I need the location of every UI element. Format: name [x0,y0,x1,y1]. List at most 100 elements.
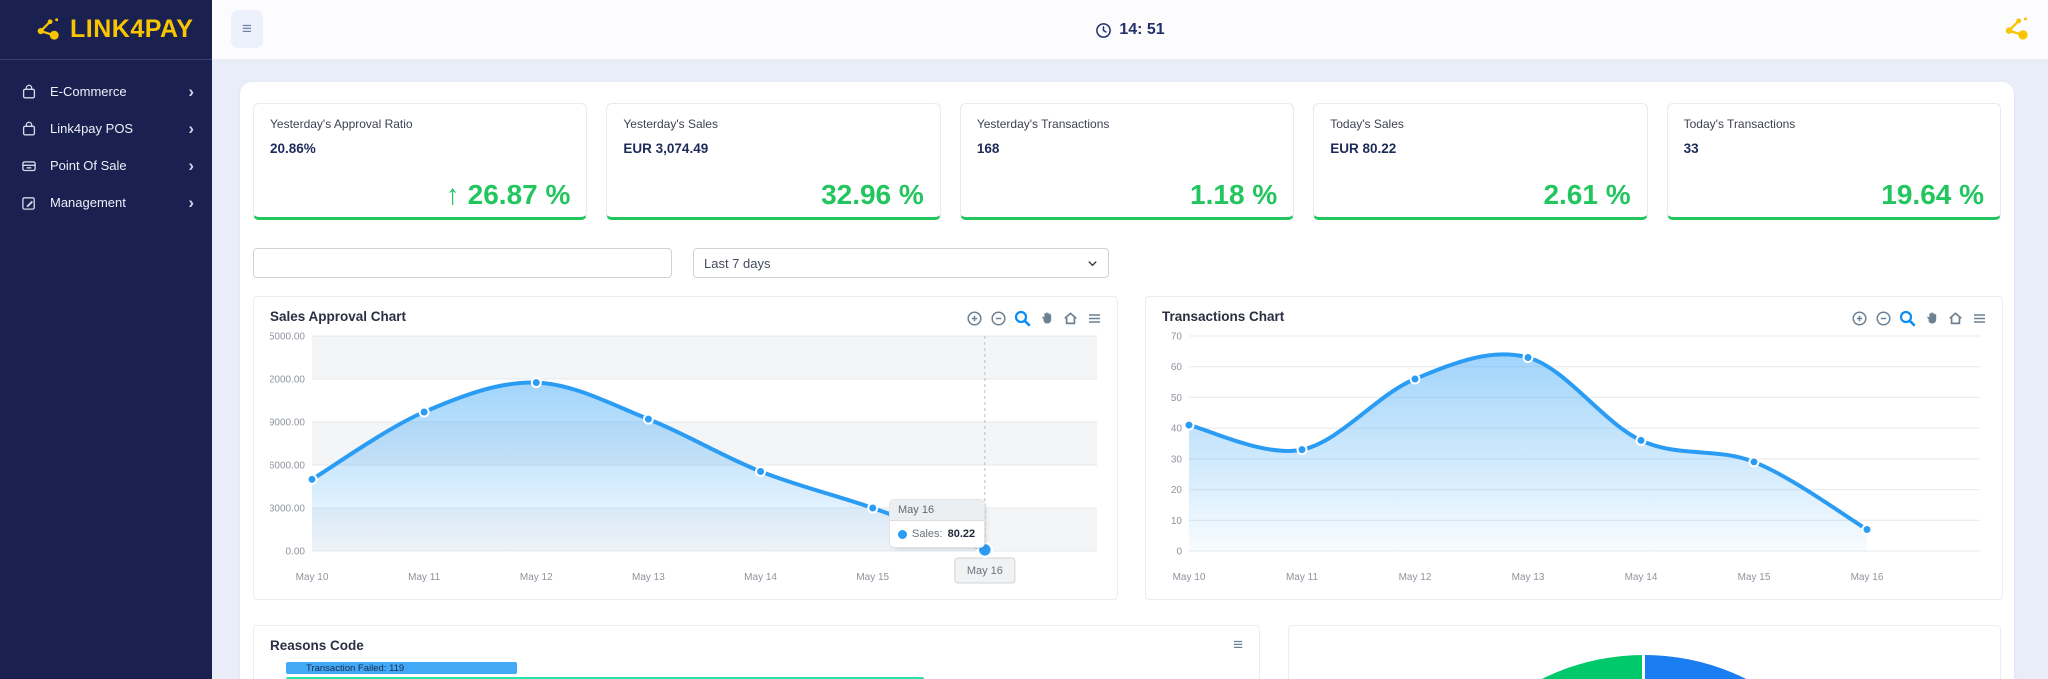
chevron-down-icon [1087,258,1098,269]
svg-text:May 10: May 10 [1173,572,1206,583]
reasons-bar-chart: Transaction Failed: 119Approved: 329 [270,662,1243,679]
kpi-card-todays-sales: Today's Sales EUR 80.22 2.61 % [1313,103,1647,220]
pan-icon[interactable] [1038,310,1055,327]
svg-text:May 15: May 15 [1738,572,1771,583]
sidebar-item-link4pay-pos[interactable]: Link4pay POS › [0,110,212,147]
chevron-right-icon: › [188,83,194,100]
kpi-delta: ↑ 26.87 % [446,179,571,211]
brand-logo[interactable]: LINK4PAY [0,0,212,60]
zoom-out-icon[interactable] [990,310,1007,327]
brand-share-icon[interactable] [2002,15,2030,43]
reasons-code-card: Reasons Code ≡ Transaction Failed: 119Ap… [253,625,1260,679]
svg-text:15000.00: 15000.00 [270,332,305,343]
home-icon[interactable] [1062,310,1079,327]
kpi-title: Yesterday's Approval Ratio [270,117,570,131]
kpi-value: 20.86% [270,141,570,156]
clock-time: 14: 51 [1119,21,1164,39]
svg-text:May 10: May 10 [296,572,329,583]
kpi-title: Yesterday's Sales [623,117,923,131]
filter-row: Last 7 days [253,248,2001,278]
pan-icon[interactable] [1923,310,1940,327]
tooltip-title: May 16 [890,500,984,521]
kpi-delta-value: 26.87 % [468,179,571,211]
menu-icon[interactable]: ≡ [1233,635,1243,655]
sidebar-item-ecommerce[interactable]: E-Commerce › [0,73,212,110]
sales-approval-chart: 15000.0012000.009000.006000.003000.000.0… [270,326,1103,588]
bag-icon [20,83,38,101]
kpi-value: 168 [977,141,1277,156]
svg-text:30: 30 [1171,454,1183,465]
clock-icon [1095,22,1112,39]
selection-zoom-icon[interactable] [1014,310,1031,327]
date-range-value: Last 7 days [704,256,771,271]
svg-text:6000.00: 6000.00 [270,461,305,472]
sidebar-item-point-of-sale[interactable]: Point Of Sale › [0,147,212,184]
svg-text:50: 50 [1171,393,1183,404]
kpi-delta: 2.61 % [1543,179,1630,211]
reason-bar: Transaction Failed: 119 [286,662,517,674]
bottom-row: Reasons Code ≡ Transaction Failed: 119Ap… [253,625,2001,679]
chevron-right-icon: › [188,194,194,211]
sidebar-nav: E-Commerce › Link4pay POS › Point Of Sal… [0,60,212,221]
sidebar-item-label: Management [50,195,188,210]
svg-text:May 12: May 12 [1399,572,1432,583]
chart-title: Reasons Code [270,638,1243,653]
chevron-right-icon: › [188,157,194,174]
tooltip-series-label: Sales: [912,528,943,540]
svg-text:12000.00: 12000.00 [270,375,305,386]
sidebar-item-management[interactable]: Management › [0,184,212,221]
kpi-value: EUR 80.22 [1330,141,1630,156]
pie-slice-divider [1642,655,1645,679]
transactions-chart: 706050403020100May 10May 11May 12May 13M… [1162,326,1986,588]
arrow-up-icon: ↑ [446,179,460,211]
kpi-card-yesterdays-transactions: Yesterday's Transactions 168 1.18 % [960,103,1294,220]
chart-tooltip: May 16 Sales: 80.22 [889,499,985,548]
chart-toolbar [1851,310,1988,327]
kpi-delta: 1.18 % [1190,179,1277,211]
kpi-delta-value: 19.64 % [1881,179,1984,211]
topbar: ≡ 14: 51 [212,0,2048,60]
bag-icon [20,120,38,138]
kpi-delta-value: 2.61 % [1543,179,1630,211]
sales-approval-chart-card: Sales Approval Chart 15000.0012000.00900… [253,296,1118,600]
clock: 14: 51 [212,0,2048,60]
zoom-in-icon[interactable] [966,310,983,327]
kpi-value: 33 [1684,141,1984,156]
svg-text:May 15: May 15 [856,572,889,583]
date-range-select[interactable]: Last 7 days [693,248,1109,278]
svg-text:May 14: May 14 [1625,572,1658,583]
svg-text:May 11: May 11 [1286,572,1318,583]
chevron-right-icon: › [188,120,194,137]
kpi-value: EUR 3,074.49 [623,141,923,156]
transactions-chart-card: Transactions Chart 706050403020100May 10… [1145,296,2003,600]
svg-text:May 14: May 14 [744,572,777,583]
zoom-in-icon[interactable] [1851,310,1868,327]
kpi-row: Yesterday's Approval Ratio 20.86% ↑ 26.8… [253,103,2001,220]
kpi-card-yesterdays-approval-ratio: Yesterday's Approval Ratio 20.86% ↑ 26.8… [253,103,587,220]
menu-icon[interactable] [1971,310,1988,327]
menu-icon[interactable] [1086,310,1103,327]
svg-text:60: 60 [1171,362,1183,373]
svg-text:20: 20 [1171,485,1183,496]
kpi-title: Today's Sales [1330,117,1630,131]
sidebar: LINK4PAY E-Commerce › Link4pay POS › Poi… [0,0,212,679]
sidebar-item-label: Point Of Sale [50,158,188,173]
zoom-out-icon[interactable] [1875,310,1892,327]
tooltip-value: 80.22 [948,528,976,540]
selection-zoom-icon[interactable] [1899,310,1916,327]
svg-text:May 16: May 16 [967,565,1003,577]
kpi-delta-value: 32.96 % [821,179,924,211]
kpi-delta-value: 1.18 % [1190,179,1277,211]
kpi-card-todays-transactions: Today's Transactions 33 19.64 % [1667,103,2001,220]
series-dot-icon [898,530,907,539]
svg-text:May 13: May 13 [1512,572,1545,583]
svg-text:0: 0 [1176,547,1182,558]
svg-text:9000.00: 9000.00 [270,418,305,429]
filter-input[interactable] [253,248,672,278]
home-icon[interactable] [1947,310,1964,327]
chart-toolbar [966,310,1103,327]
svg-text:10: 10 [1171,516,1183,527]
svg-text:May 12: May 12 [520,572,553,583]
pos-icon [20,157,38,175]
svg-text:May 13: May 13 [632,572,665,583]
